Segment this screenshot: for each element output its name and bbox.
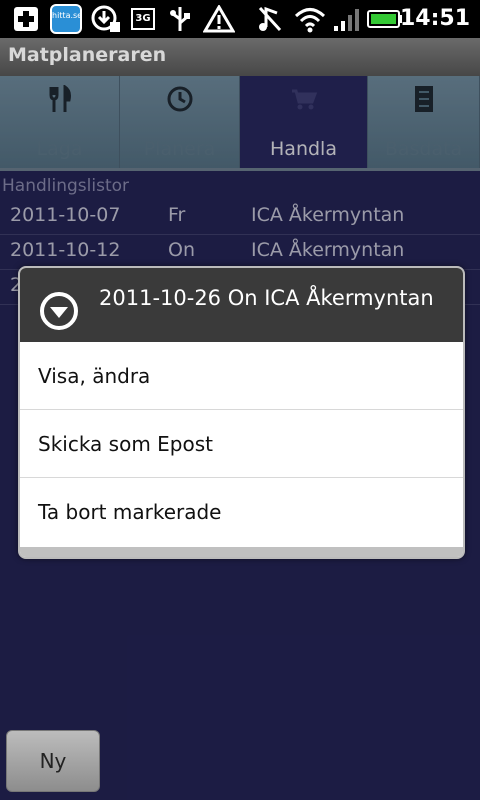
menu-item-delete-selected[interactable]: Ta bort markerade <box>20 478 463 546</box>
dropdown-circle-icon <box>39 291 79 331</box>
usb-icon <box>166 5 194 33</box>
menu-item-label: Skicka som Epost <box>38 432 213 456</box>
3g-badge: 3G <box>135 13 151 24</box>
app-title: Matplaneraren <box>8 44 167 66</box>
music-muted-icon <box>256 5 284 33</box>
signal-strength-icon <box>332 5 362 33</box>
status-bar: hitta.se 3G 14:51 <box>0 0 480 38</box>
wifi-icon <box>292 5 328 33</box>
network-3g-icon: 3G <box>130 5 156 33</box>
menu-item-label: Ta bort markerade <box>38 500 222 524</box>
download-icon <box>88 5 124 33</box>
dialog-header: 2011-10-26 On ICA Åkermyntan <box>20 268 463 342</box>
menu-item-label: Visa, ändra <box>38 364 151 388</box>
warning-icon <box>202 5 236 33</box>
clock-time: 14:51 <box>399 6 470 31</box>
menu-item-send-email[interactable]: Skicka som Epost <box>20 410 463 478</box>
hitta-app-icon: hitta.se <box>48 4 84 34</box>
context-menu-dialog: 2011-10-26 On ICA Åkermyntan Visa, ändra… <box>18 266 465 559</box>
add-notification-icon <box>12 5 40 33</box>
menu-item-view-edit[interactable]: Visa, ändra <box>20 342 463 410</box>
battery-icon <box>366 5 404 33</box>
hitta-label: hitta.se <box>52 11 83 20</box>
app-title-bar: Matplaneraren <box>0 38 480 76</box>
new-button[interactable]: Ny <box>6 730 100 792</box>
dialog-title: 2011-10-26 On ICA Åkermyntan <box>99 286 434 310</box>
dialog-footer <box>20 547 463 557</box>
